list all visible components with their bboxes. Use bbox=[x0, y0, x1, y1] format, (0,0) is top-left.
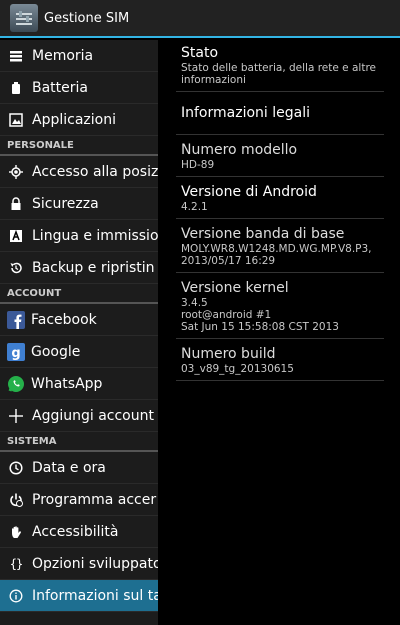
build-number-item[interactable]: Numero build 03_v89_tg_20130615 bbox=[176, 339, 384, 381]
sidebar-item-applicazioni[interactable]: Applicazioni bbox=[0, 104, 158, 136]
storage-icon bbox=[9, 49, 23, 63]
sidebar-item-label: Opzioni sviluppato bbox=[32, 555, 158, 572]
sidebar-item-whatsapp[interactable]: WhatsApp bbox=[0, 368, 158, 400]
svg-text:g: g bbox=[11, 346, 20, 361]
sidebar-item-label: Informazioni sul ta bbox=[32, 587, 158, 604]
sidebar-item-label: Google bbox=[31, 343, 81, 360]
google-icon: g bbox=[7, 342, 25, 361]
legal-info-title: Informazioni legali bbox=[181, 105, 310, 121]
info-icon bbox=[9, 589, 23, 603]
apps-icon bbox=[9, 112, 23, 127]
sidebar-item-programma-accensione[interactable]: Programma accer bbox=[0, 484, 158, 516]
app-title: Gestione SIM bbox=[44, 10, 130, 26]
language-icon bbox=[9, 229, 23, 243]
sidebar-item-memoria[interactable]: Memoria bbox=[0, 40, 158, 72]
backup-icon bbox=[9, 261, 23, 275]
kernel-version-line: root@android #1 bbox=[181, 309, 272, 321]
sidebar-item-lingua[interactable]: Lingua e immissio bbox=[0, 220, 158, 252]
kernel-version-item: Versione kernel 3.4.5 root@android #1 Sa… bbox=[176, 273, 384, 339]
sidebar-item-facebook[interactable]: Facebook bbox=[0, 304, 158, 336]
sim-manager-icon[interactable] bbox=[10, 4, 38, 32]
action-bar: Gestione SIM bbox=[0, 0, 400, 38]
model-number-value: HD-89 bbox=[181, 159, 215, 171]
sidebar-item-label: Sicurezza bbox=[32, 195, 99, 212]
sidebar-item-batteria[interactable]: Batteria bbox=[0, 72, 158, 104]
android-version-title: Versione di Android bbox=[181, 184, 317, 200]
whatsapp-icon bbox=[7, 375, 25, 393]
sidebar-item-backup[interactable]: Backup e ripristin bbox=[0, 252, 158, 284]
build-number-title: Numero build bbox=[181, 346, 276, 362]
baseband-version-value: MOLY.WR8.W1248.MD.WG.MP.V8.P3, 2013/05/1… bbox=[181, 243, 372, 267]
kernel-version-line: Sat Jun 15 15:58:08 CST 2013 bbox=[181, 321, 339, 333]
sidebar-item-label: Lingua e immissio bbox=[32, 227, 158, 244]
sidebar-item-label: Accesso alla posiz bbox=[32, 163, 158, 180]
status-subtitle: Stato delle batteria, della rete e altre… bbox=[181, 62, 376, 86]
sidebar-item-label: Programma accer bbox=[32, 491, 157, 508]
battery-icon bbox=[9, 81, 23, 95]
sidebar-item-accessibilita[interactable]: Accessibilità bbox=[0, 516, 158, 548]
sidebar-item-opzioni-sviluppatore[interactable]: {} Opzioni sviluppato bbox=[0, 548, 158, 580]
hand-icon bbox=[9, 525, 23, 539]
sidebar-item-data-ora[interactable]: Data e ora bbox=[0, 452, 158, 484]
section-header-personale: PERSONALE bbox=[0, 136, 158, 156]
about-tablet-pane: Stato Stato delle batteria, della rete e… bbox=[176, 40, 384, 381]
lock-icon bbox=[9, 196, 23, 211]
sidebar-item-label: WhatsApp bbox=[31, 375, 103, 392]
kernel-version-line: 3.4.5 bbox=[181, 297, 208, 309]
power-schedule-icon bbox=[9, 493, 23, 507]
sidebar-item-label: Aggiungi account bbox=[32, 407, 154, 424]
clock-icon bbox=[9, 460, 23, 475]
sidebar-item-label: Applicazioni bbox=[32, 111, 116, 128]
kernel-version-title: Versione kernel bbox=[181, 280, 289, 296]
sidebar-item-google[interactable]: g Google bbox=[0, 336, 158, 368]
location-icon bbox=[9, 164, 23, 179]
sidebar-item-sicurezza[interactable]: Sicurezza bbox=[0, 188, 158, 220]
model-number-title: Numero modello bbox=[181, 142, 298, 158]
baseband-version-title: Versione banda di base bbox=[181, 226, 345, 242]
section-header-account: ACCOUNT bbox=[0, 284, 158, 304]
sidebar-item-label: Accessibilità bbox=[32, 523, 119, 540]
baseband-version-item: Versione banda di base MOLY.WR8.W1248.MD… bbox=[176, 219, 384, 273]
sidebar-item-aggiungi-account[interactable]: Aggiungi account bbox=[0, 400, 158, 432]
sidebar-item-label: Batteria bbox=[32, 79, 88, 96]
model-number-item: Numero modello HD-89 bbox=[176, 135, 384, 177]
android-version-value: 4.2.1 bbox=[181, 201, 208, 213]
sidebar-item-label: Backup e ripristin bbox=[32, 259, 155, 276]
status-title: Stato bbox=[181, 45, 219, 61]
plus-icon bbox=[9, 408, 23, 423]
facebook-icon bbox=[7, 310, 25, 329]
legal-info-item[interactable]: Informazioni legali bbox=[176, 92, 384, 135]
sidebar-item-label: Memoria bbox=[32, 47, 94, 64]
settings-sidebar: Memoria Batteria Applicazioni PERSONALE … bbox=[0, 40, 158, 625]
section-header-sistema: SISTEMA bbox=[0, 432, 158, 452]
build-number-value: 03_v89_tg_20130615 bbox=[181, 363, 294, 375]
sidebar-item-label: Data e ora bbox=[32, 459, 106, 476]
sidebar-item-informazioni-tablet[interactable]: Informazioni sul ta bbox=[0, 580, 158, 612]
android-version-item[interactable]: Versione di Android 4.2.1 bbox=[176, 177, 384, 219]
sidebar-item-label: Facebook bbox=[31, 311, 97, 328]
sidebar-item-accesso-posizione[interactable]: Accesso alla posiz bbox=[0, 156, 158, 188]
braces-icon: {} bbox=[9, 556, 23, 571]
status-item[interactable]: Stato Stato delle batteria, della rete e… bbox=[176, 40, 384, 92]
